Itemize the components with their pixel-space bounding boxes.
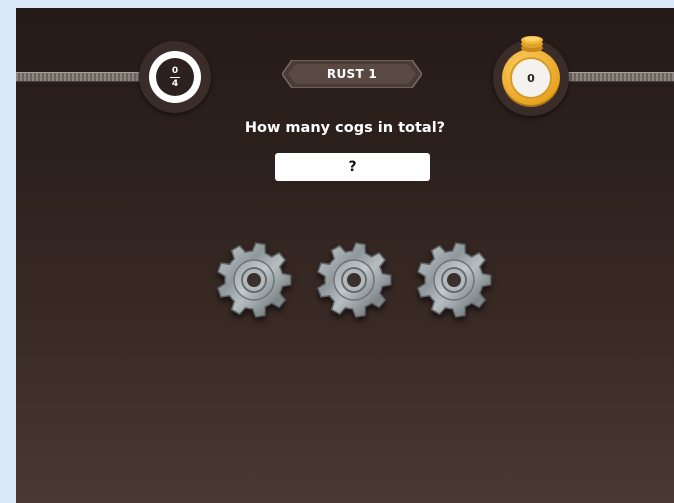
- progress-dial: 0 4: [139, 41, 211, 113]
- right-rail: [568, 72, 674, 82]
- cog-3-icon: [414, 240, 494, 320]
- cog-1-icon: [214, 240, 294, 320]
- coin-stack-icon: [521, 36, 543, 52]
- question-text: How many cogs in total?: [244, 120, 446, 136]
- progress-denominator: 4: [171, 78, 179, 89]
- progress-numerator: 0: [171, 65, 179, 76]
- coin-face: 0: [510, 57, 552, 99]
- fraction-bar: [170, 76, 180, 78]
- cog-2-icon: [314, 240, 394, 320]
- level-label: RUST 1: [326, 67, 378, 81]
- answer-placeholder: ?: [348, 159, 357, 175]
- progress-fraction: 0 4: [156, 58, 194, 96]
- coin-count: 0: [527, 71, 535, 85]
- game-stage: 0 4 RUST 1 0 How many cogs in total? ?: [16, 8, 674, 503]
- coin-counter: 0: [493, 36, 569, 116]
- coin-ring: 0: [502, 49, 560, 107]
- answer-input[interactable]: ?: [275, 153, 430, 181]
- progress-ring: 0 4: [149, 51, 201, 103]
- left-rail: [16, 72, 142, 82]
- level-plate: RUST 1: [282, 60, 422, 88]
